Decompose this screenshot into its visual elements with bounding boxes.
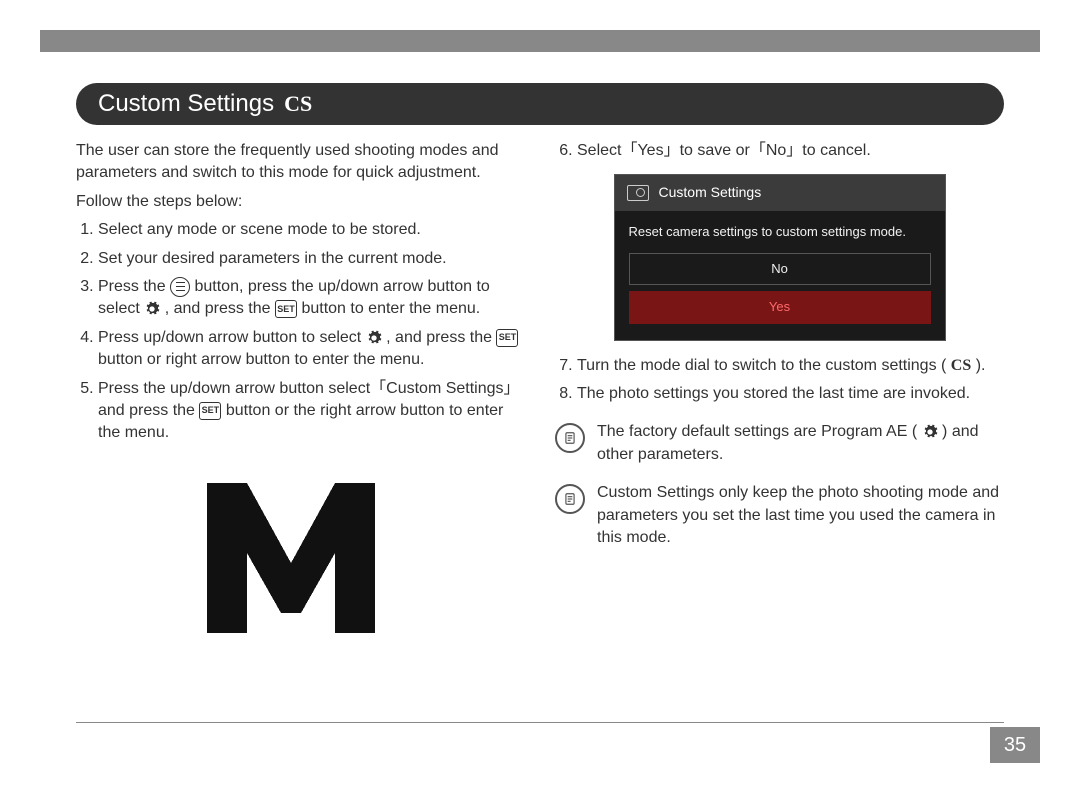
gear-icon	[366, 330, 382, 346]
top-decor-bar	[40, 30, 1040, 52]
menu-button-icon	[170, 277, 190, 297]
dialog-titlebar: Custom Settings	[615, 175, 945, 211]
note-icon	[555, 423, 585, 453]
camera-icon	[627, 185, 649, 201]
dialog-option-no: No	[629, 253, 931, 285]
dialog-option-yes: Yes	[629, 291, 931, 323]
note-2: Custom Settings only keep the photo shoo…	[555, 482, 1004, 549]
page-number: 35	[990, 727, 1040, 763]
left-column: The user can store the frequently used s…	[76, 140, 525, 715]
section-badge: CS	[284, 91, 312, 117]
note-1: The factory default settings are Program…	[555, 421, 1004, 466]
right-column: Select「Yes」to save or「No」to cancel. Cust…	[555, 140, 1004, 715]
section-header: Custom Settings CS	[76, 83, 1004, 125]
set-button-icon: SET	[275, 300, 297, 318]
content-columns: The user can store the frequently used s…	[76, 140, 1004, 715]
step-6: Select「Yes」to save or「No」to cancel.	[577, 140, 1004, 162]
section-title: Custom Settings	[98, 90, 274, 118]
set-button-icon: SET	[496, 329, 518, 347]
step-8: The photo settings you stored the last t…	[577, 383, 1004, 405]
note-icon	[555, 484, 585, 514]
intro-text: The user can store the frequently used s…	[76, 140, 525, 185]
dialog-options: No Yes	[615, 253, 945, 339]
dialog-title: Custom Settings	[659, 183, 762, 203]
follow-text: Follow the steps below:	[76, 191, 525, 213]
step-5: Press the up/down arrow button select「Cu…	[98, 378, 525, 445]
mode-m-graphic	[186, 463, 525, 650]
note-1-text: The factory default settings are Program…	[597, 421, 1004, 466]
cs-badge-inline: CS	[951, 357, 971, 374]
step-3: Press the button, press the up/down arro…	[98, 276, 525, 321]
camera-dialog-screenshot: Custom Settings Reset camera settings to…	[614, 174, 946, 340]
step-1: Select any mode or scene mode to be stor…	[98, 219, 525, 241]
gear-icon	[922, 424, 938, 440]
step-4: Press up/down arrow button to select , a…	[98, 327, 525, 372]
steps-list-right: Select「Yes」to save or「No」to cancel.	[577, 140, 1004, 162]
note-2-text: Custom Settings only keep the photo shoo…	[597, 482, 1004, 549]
dialog-body: Reset camera settings to custom settings…	[615, 211, 945, 247]
step-7: Turn the mode dial to switch to the cust…	[577, 355, 1004, 377]
steps-list-left: Select any mode or scene mode to be stor…	[98, 219, 525, 445]
footer-rule	[76, 722, 1004, 723]
set-button-icon: SET	[199, 402, 221, 420]
step-2: Set your desired parameters in the curre…	[98, 248, 525, 270]
steps-list-right-2: Turn the mode dial to switch to the cust…	[577, 355, 1004, 406]
gear-icon	[144, 301, 160, 317]
